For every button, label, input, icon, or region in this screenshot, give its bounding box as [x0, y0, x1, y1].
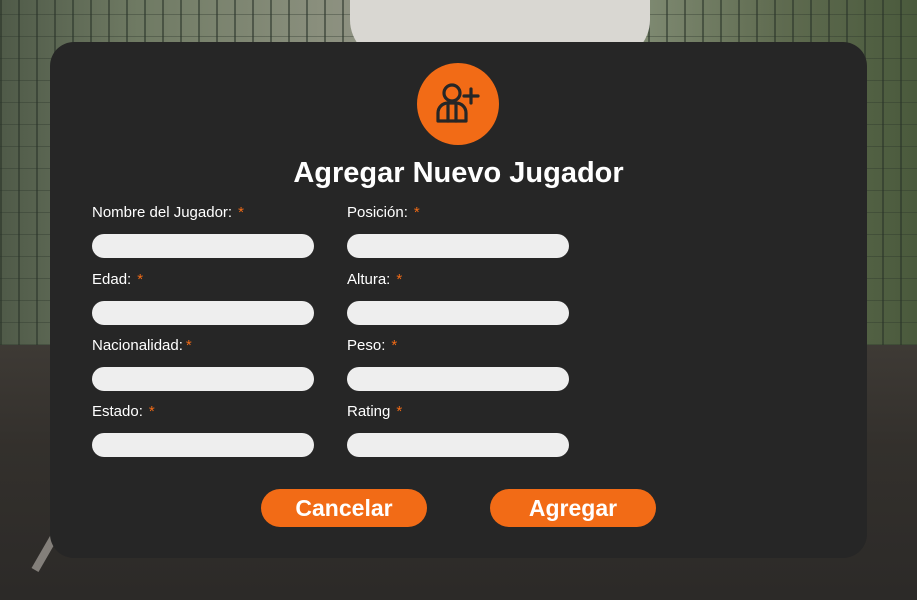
status-label: Estado: *	[92, 403, 314, 421]
player-name-input[interactable]	[92, 234, 314, 258]
height-label: Altura: *	[347, 271, 569, 289]
add-player-dialog: Agregar Nuevo Jugador Nombre del Jugador…	[50, 42, 867, 558]
rating-label-text: Rating	[347, 403, 391, 420]
add-user-icon	[417, 63, 499, 145]
rating-input[interactable]	[347, 433, 569, 457]
nationality-field: Nacionalidad: *	[92, 337, 314, 391]
position-field: Posición: *	[347, 204, 569, 258]
weight-field: Peso: *	[347, 337, 569, 391]
required-asterisk: *	[396, 271, 403, 288]
required-asterisk: *	[185, 337, 192, 354]
required-asterisk: *	[137, 271, 144, 288]
age-field: Edad: *	[92, 271, 314, 325]
age-label-text: Edad:	[92, 271, 132, 288]
status-input[interactable]	[92, 433, 314, 457]
required-asterisk: *	[396, 403, 403, 420]
required-asterisk: *	[238, 204, 244, 221]
rating-label: Rating *	[347, 403, 569, 421]
height-input[interactable]	[347, 301, 569, 325]
status-label-text: Estado:	[92, 403, 143, 420]
required-asterisk: *	[391, 337, 398, 354]
player-name-label: Nombre del Jugador: *	[92, 204, 314, 222]
weight-input[interactable]	[347, 367, 569, 391]
nationality-label-text: Nacionalidad:	[92, 337, 183, 354]
rating-field: Rating *	[347, 403, 569, 457]
weight-label-text: Peso:	[347, 337, 386, 354]
nationality-input[interactable]	[92, 367, 314, 391]
required-asterisk: *	[148, 403, 155, 420]
age-input[interactable]	[92, 301, 314, 325]
status-field: Estado: *	[92, 403, 314, 457]
required-asterisk: *	[413, 204, 420, 221]
nationality-label: Nacionalidad: *	[92, 337, 314, 355]
cancel-button[interactable]: Cancelar	[261, 489, 427, 527]
player-name-field: Nombre del Jugador: *	[92, 204, 314, 258]
height-label-text: Altura:	[347, 271, 391, 288]
height-field: Altura: *	[347, 271, 569, 325]
dialog-title: Agregar Nuevo Jugador	[293, 157, 624, 189]
position-label-text: Posición:	[347, 204, 408, 221]
weight-label: Peso: *	[347, 337, 569, 355]
player-name-label-text: Nombre del Jugador:	[92, 204, 233, 221]
position-label: Posición: *	[347, 204, 569, 222]
add-button[interactable]: Agregar	[490, 489, 656, 527]
age-label: Edad: *	[92, 271, 314, 289]
position-input[interactable]	[347, 234, 569, 258]
